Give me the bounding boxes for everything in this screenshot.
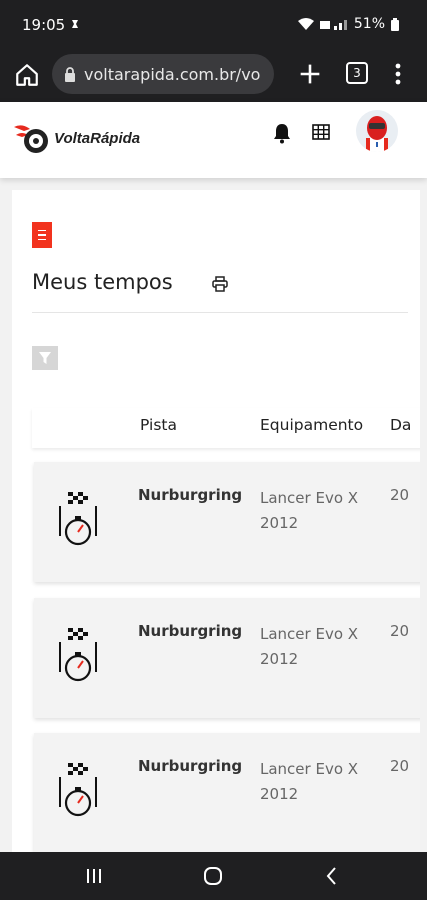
- cell-track: Nurburgring: [138, 757, 243, 775]
- cell-track: Nurburgring: [138, 622, 243, 640]
- avatar[interactable]: [356, 110, 398, 152]
- divider: [32, 312, 408, 313]
- bell-icon[interactable]: [272, 122, 292, 144]
- table-header: Pista Equipamento Da: [32, 408, 420, 448]
- wheel-logo-icon: [14, 125, 48, 153]
- table-row[interactable]: Nurburgring Lancer Evo X 2012 20: [34, 462, 420, 582]
- filter-button[interactable]: [32, 346, 58, 370]
- driver-avatar-icon: [366, 116, 388, 152]
- system-nav-bar: [0, 852, 427, 900]
- stopwatch-flag-icon: [59, 628, 97, 682]
- status-bar: 19:05 51%: [0, 0, 427, 48]
- recents-icon[interactable]: [82, 864, 106, 888]
- back-icon[interactable]: [320, 864, 344, 888]
- logo[interactable]: VoltaRápida: [12, 118, 140, 158]
- column-header-equipamento[interactable]: Equipamento: [260, 416, 363, 434]
- address-bar[interactable]: voltarapida.com.br/vo: [52, 54, 274, 94]
- stopwatch-flag-icon: [59, 763, 97, 817]
- page-title: Meus tempos: [32, 270, 173, 294]
- home-circle-icon[interactable]: [201, 864, 225, 888]
- cell-track: Nurburgring: [138, 486, 243, 504]
- more-vert-icon[interactable]: [392, 60, 404, 88]
- cell-equipment: Lancer Evo X 2012: [260, 489, 359, 532]
- url-text: voltarapida.com.br/vo: [84, 64, 261, 84]
- status-time: 19:05: [22, 16, 66, 34]
- cell-equipment: Lancer Evo X 2012: [260, 625, 359, 668]
- cell-date: 20: [390, 757, 410, 775]
- notification-icon: [72, 20, 78, 28]
- side-menu-button[interactable]: [32, 222, 52, 248]
- plus-icon[interactable]: [296, 60, 324, 88]
- logo-text: VoltaRápida: [54, 129, 141, 147]
- browser-toolbar: voltarapida.com.br/vo 3: [0, 48, 427, 102]
- table-row[interactable]: Nurburgring Lancer Evo X 2012 20: [34, 598, 420, 718]
- print-icon[interactable]: [212, 276, 228, 292]
- content-card: Meus tempos Pista Equipamento Da Nurburg…: [12, 190, 420, 852]
- cell-date: 20: [390, 622, 410, 640]
- status-right: 51%: [297, 16, 399, 32]
- home-icon[interactable]: [14, 62, 40, 88]
- table-row[interactable]: Nurburgring Lancer Evo X 2012 20: [34, 733, 420, 852]
- wifi-icon: [297, 18, 314, 30]
- app-header: VoltaRápida: [0, 102, 427, 178]
- battery-percent: 51%: [353, 16, 385, 32]
- stopwatch-flag-icon: [59, 492, 97, 546]
- cell-equipment: Lancer Evo X 2012: [260, 760, 359, 803]
- grid-icon[interactable]: [312, 124, 330, 140]
- filter-icon: [39, 352, 51, 364]
- battery-icon: [391, 17, 399, 31]
- lock-icon: [65, 66, 75, 82]
- column-header-pista[interactable]: Pista: [140, 416, 177, 434]
- column-header-data[interactable]: Da: [390, 416, 411, 434]
- tabs-icon[interactable]: 3: [346, 62, 368, 84]
- signal-icon: [319, 20, 347, 30]
- cell-date: 20: [390, 486, 410, 504]
